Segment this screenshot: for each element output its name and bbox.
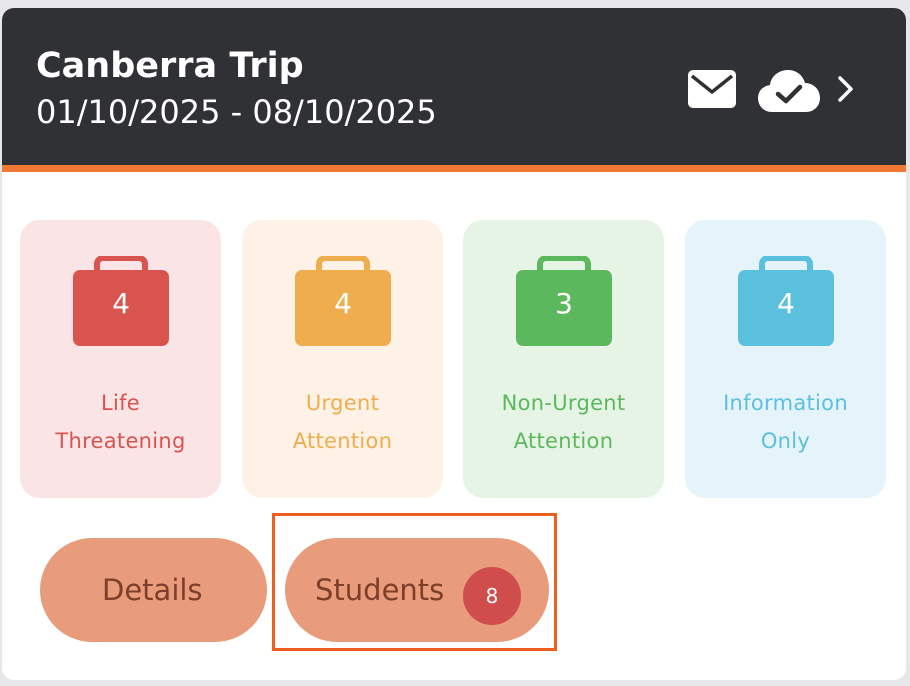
trip-title: Canberra Trip	[36, 46, 304, 86]
trip-header[interactable]: Canberra Trip 01/10/2025 - 08/10/2025	[2, 8, 906, 165]
details-button[interactable]: Details	[40, 538, 267, 642]
category-label: Non-Urgent Attention	[501, 391, 626, 453]
details-button-label: Details	[102, 573, 203, 607]
category-count: 4	[112, 287, 130, 320]
category-tile-information-only[interactable]: 4 Information Only	[685, 220, 886, 498]
category-tile-urgent-attention[interactable]: 4 Urgent Attention	[242, 220, 443, 498]
header-accent-bar	[2, 165, 906, 172]
category-label: Life Threatening	[55, 391, 186, 453]
mail-icon[interactable]	[688, 70, 736, 108]
cloud-check-icon[interactable]	[758, 68, 820, 114]
chevron-right-icon[interactable]	[836, 74, 856, 104]
category-tile-life-threatening[interactable]: 4 Life Threatening	[20, 220, 221, 498]
category-count: 4	[334, 287, 352, 320]
selection-highlight	[272, 513, 557, 651]
category-tile-non-urgent-attention[interactable]: 3 Non-Urgent Attention	[463, 220, 664, 498]
trip-dates: 01/10/2025 - 08/10/2025	[36, 93, 437, 131]
category-label: Urgent Attention	[292, 391, 393, 453]
category-count: 3	[555, 287, 573, 320]
category-label: Information Only	[723, 391, 848, 453]
category-count: 4	[777, 287, 795, 320]
